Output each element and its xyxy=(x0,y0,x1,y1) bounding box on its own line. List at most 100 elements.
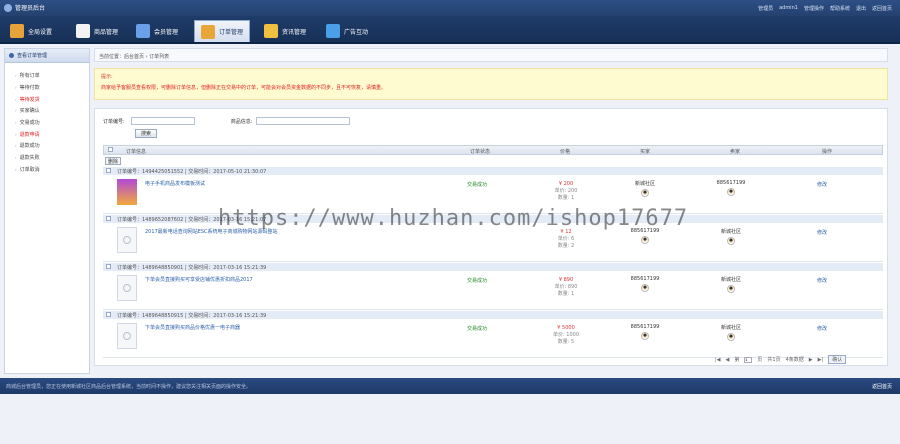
breadcrumb: 当前位置：后台首页 › 订单列表 xyxy=(94,48,888,62)
buyer-avatar-icon xyxy=(641,189,649,197)
sidebar-item-awaiting-payment[interactable]: › 等待付款 xyxy=(15,82,89,94)
goods-label: 商品信息: xyxy=(230,118,253,125)
last-page-button[interactable]: ▶| xyxy=(818,357,824,363)
sidebar-header: 查看订单管理 xyxy=(5,49,89,63)
sidebar-list: › 所有订单 › 等待付款 › 等待发货 › 买家确认 › 交易成功 › 退款申请 › 退款成… xyxy=(5,63,89,175)
sidebar-item-refund-success[interactable]: › 退款成功 xyxy=(15,140,89,152)
settings-icon xyxy=(10,24,24,38)
quantity: 数量: 1 xyxy=(557,195,575,201)
sidebar-item-label: 买家确认 xyxy=(19,108,40,115)
edit-order-link[interactable]: 修改 xyxy=(817,229,827,236)
buyer-avatar-icon xyxy=(641,236,649,244)
buyer-avatar-icon xyxy=(641,284,649,292)
order-amount: ¥ 5000 单价: 1000 数量: 5 xyxy=(551,325,581,345)
seller: 新城社区 xyxy=(713,276,749,293)
col-buyer: 买家 xyxy=(640,149,651,155)
product-thumbnail[interactable] xyxy=(117,227,137,253)
product-thumbnail[interactable] xyxy=(117,323,137,349)
buyer: 新城社区 xyxy=(627,180,663,197)
orders-icon xyxy=(201,24,215,39)
nav-label: 全局设置 xyxy=(28,28,53,36)
go-page-button[interactable]: 确认 xyxy=(828,355,847,364)
top-link-username[interactable]: admin1 xyxy=(779,5,798,12)
delete-button[interactable]: 删除 xyxy=(105,157,121,165)
sidebar-item-refund-request[interactable]: › 退款申请 xyxy=(15,128,89,140)
logo-icon xyxy=(4,3,12,12)
product-name-link[interactable]: 下单会员直接购买可享受店铺优惠折扣商品2017 xyxy=(145,276,345,283)
nav-item-news[interactable]: 资讯管理 xyxy=(258,20,312,42)
filter-bar: 订单编号: 商品信息: xyxy=(103,117,351,125)
col-order-info: 订单信息 xyxy=(126,149,147,155)
buyer-name: 新城社区 xyxy=(634,181,655,187)
select-all-checkbox[interactable] xyxy=(108,147,113,152)
next-page-button[interactable]: ▶ xyxy=(809,357,813,363)
order-meta-text: 订单编号：1489648850901 | 交易时间：2017-03-16 15:… xyxy=(117,264,267,271)
footer: 商城后台管理员，您正在使用新城社区商品后台管理系统，当前时间不操作，建议您关注相… xyxy=(0,378,900,394)
order-checkbox[interactable] xyxy=(106,168,111,173)
quantity: 数量: 1 xyxy=(557,291,575,297)
admin-title: 管理员后台 xyxy=(15,5,46,12)
first-page-button[interactable]: |◀ xyxy=(715,357,721,363)
sidebar-item-all-orders[interactable]: › 所有订单 xyxy=(15,70,89,82)
placeholder-image-icon xyxy=(123,332,131,340)
sidebar-item-label: 订单取消 xyxy=(19,166,40,173)
top-link-logout[interactable]: 退出 xyxy=(856,5,866,12)
nav-item-members[interactable]: 会员管理 xyxy=(130,20,184,42)
top-link-help[interactable]: 帮助系统 xyxy=(830,5,850,12)
order-meta: 订单编号：1489648850901 | 交易时间：2017-03-16 15:… xyxy=(103,263,883,271)
buyer-name: 885617199 xyxy=(630,324,660,330)
edit-order-link[interactable]: 修改 xyxy=(817,325,827,332)
nav-item-orders[interactable]: 订单管理 xyxy=(194,20,251,42)
seller-name: 885617199 xyxy=(716,180,746,186)
goods-input[interactable] xyxy=(256,117,351,125)
quantity: 数量: 5 xyxy=(557,339,575,345)
nav-item-global-settings[interactable]: 全局设置 xyxy=(4,20,58,42)
sidebar-item-buyer-confirm[interactable]: › 买家确认 xyxy=(15,105,89,117)
notice-title: 提示: xyxy=(101,74,113,80)
sidebar-item-order-cancelled[interactable]: › 订单取消 xyxy=(15,164,89,176)
seller-avatar-icon xyxy=(727,285,735,293)
order-checkbox[interactable] xyxy=(106,312,111,317)
order-meta: 订单编号：1489648850915 | 交易时间：2017-03-16 15:… xyxy=(103,311,883,319)
seller-name: 新城社区 xyxy=(720,325,741,331)
order-checkbox[interactable] xyxy=(106,216,111,221)
product-name-link[interactable]: 电子手机商品发布模板测试 xyxy=(145,180,345,187)
prev-page-button[interactable]: ◀ xyxy=(726,357,730,363)
unit-price: 单价: 890 xyxy=(554,284,578,290)
product-thumbnail[interactable] xyxy=(117,179,137,205)
edit-order-link[interactable]: 修改 xyxy=(817,181,827,188)
seller: 885617199 xyxy=(713,180,749,196)
record-count: 4条数据 xyxy=(785,357,804,363)
sidebar-item-label: 退款成功 xyxy=(19,143,40,150)
notice-box: 提示: 商家给予客服员查看权限，可删除订单信息，但删除正在交易中的订单，可能会对… xyxy=(94,68,888,100)
page-number-input[interactable] xyxy=(744,356,753,363)
order-checkbox[interactable] xyxy=(106,264,111,269)
nav-item-goods[interactable]: 商品管理 xyxy=(70,20,124,42)
placeholder-image-icon xyxy=(123,236,131,244)
sidebar-item-awaiting-shipment[interactable]: › 等待发货 xyxy=(15,93,89,105)
order-row: 订单编号：1489648850901 | 交易时间：2017-03-16 15:… xyxy=(103,263,883,310)
arrow-icon: › xyxy=(15,96,17,102)
nav-item-ads[interactable]: 广告互动 xyxy=(320,20,374,42)
sidebar-item-refund-failed[interactable]: › 退款失败 xyxy=(15,152,89,164)
edit-order-link[interactable]: 修改 xyxy=(817,277,827,284)
product-thumbnail[interactable] xyxy=(117,275,137,301)
seller-name: 新城社区 xyxy=(720,277,741,283)
sidebar: 查看订单管理 › 所有订单 › 等待付款 › 等待发货 › 买家确认 › 交易成功 › 退款… xyxy=(4,48,90,374)
seller: 新城社区 xyxy=(713,324,749,341)
ads-icon xyxy=(326,24,340,38)
product-name-link[interactable]: 下单会员直接购买商品价格优惠一电子商器 xyxy=(145,324,345,331)
page-total: 共1页 xyxy=(767,357,781,363)
footer-home-link[interactable]: 返回首页 xyxy=(872,383,892,390)
search-button[interactable]: 搜索 xyxy=(135,129,157,138)
order-status: 交易成功 xyxy=(467,182,488,188)
order-no-input[interactable] xyxy=(130,117,195,125)
seller-avatar-icon xyxy=(727,333,735,341)
col-actions: 操作 xyxy=(822,149,833,155)
col-status: 订单状态 xyxy=(470,149,491,155)
top-link-home[interactable]: 返回首页 xyxy=(872,5,892,12)
arrow-icon: › xyxy=(15,155,17,161)
top-link-manage[interactable]: 管理操作 xyxy=(804,5,824,12)
sidebar-item-completed[interactable]: › 交易成功 xyxy=(15,117,89,129)
order-no-label: 订单编号: xyxy=(103,118,125,125)
